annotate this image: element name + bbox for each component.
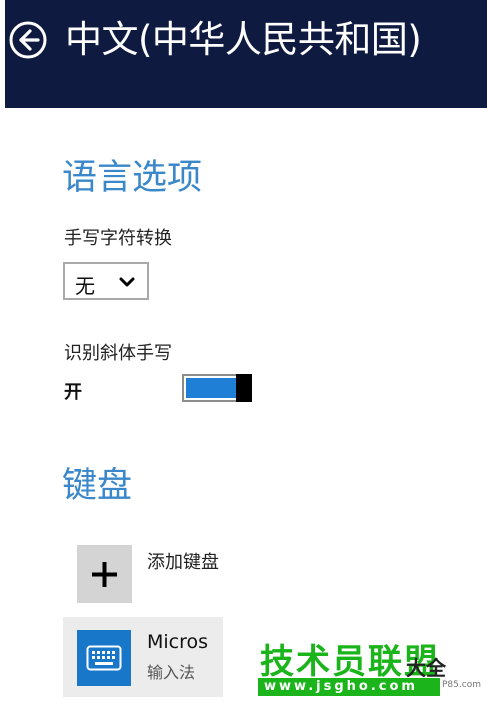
keyboard-tile [77, 630, 131, 686]
select-value: 无 [75, 274, 95, 298]
keyboard-icon [86, 645, 122, 671]
section-title-language-options: 语言选项 [62, 158, 203, 198]
header-bar: 中文(中华人民共和国) [5, 0, 487, 108]
keyboard-name: Micros [147, 631, 209, 653]
keyboard-list-item[interactable]: Micros 输入法 [63, 617, 223, 697]
toggle-fill [186, 378, 236, 398]
keyboard-subtitle: 输入法 [147, 663, 196, 682]
section-title-keyboard: 键盘 [62, 466, 133, 506]
handwriting-conversion-label: 手写字符转换 [64, 228, 172, 249]
watermark-url: www.jsgho.com [258, 678, 440, 696]
watermark-side: 大全 [406, 656, 446, 680]
handwriting-conversion-select[interactable]: 无 [63, 262, 149, 300]
add-keyboard-button[interactable] [77, 545, 132, 603]
plus-icon [92, 562, 117, 587]
add-keyboard-label[interactable]: 添加键盘 [147, 548, 219, 574]
chevron-down-icon [119, 277, 135, 287]
watermark-small: P85.com [442, 680, 481, 690]
back-arrow-icon [9, 21, 47, 59]
toggle-thumb[interactable] [236, 374, 252, 402]
back-button[interactable] [8, 20, 48, 60]
watermark: 技术员联盟 大全 www.jsgho.com P85.com [258, 634, 486, 698]
toggle-state-text: 开 [64, 382, 82, 403]
page-title: 中文(中华人民共和国) [65, 18, 422, 61]
italic-handwriting-label: 识别斜体手写 [64, 343, 172, 364]
italic-handwriting-toggle[interactable] [182, 374, 252, 402]
